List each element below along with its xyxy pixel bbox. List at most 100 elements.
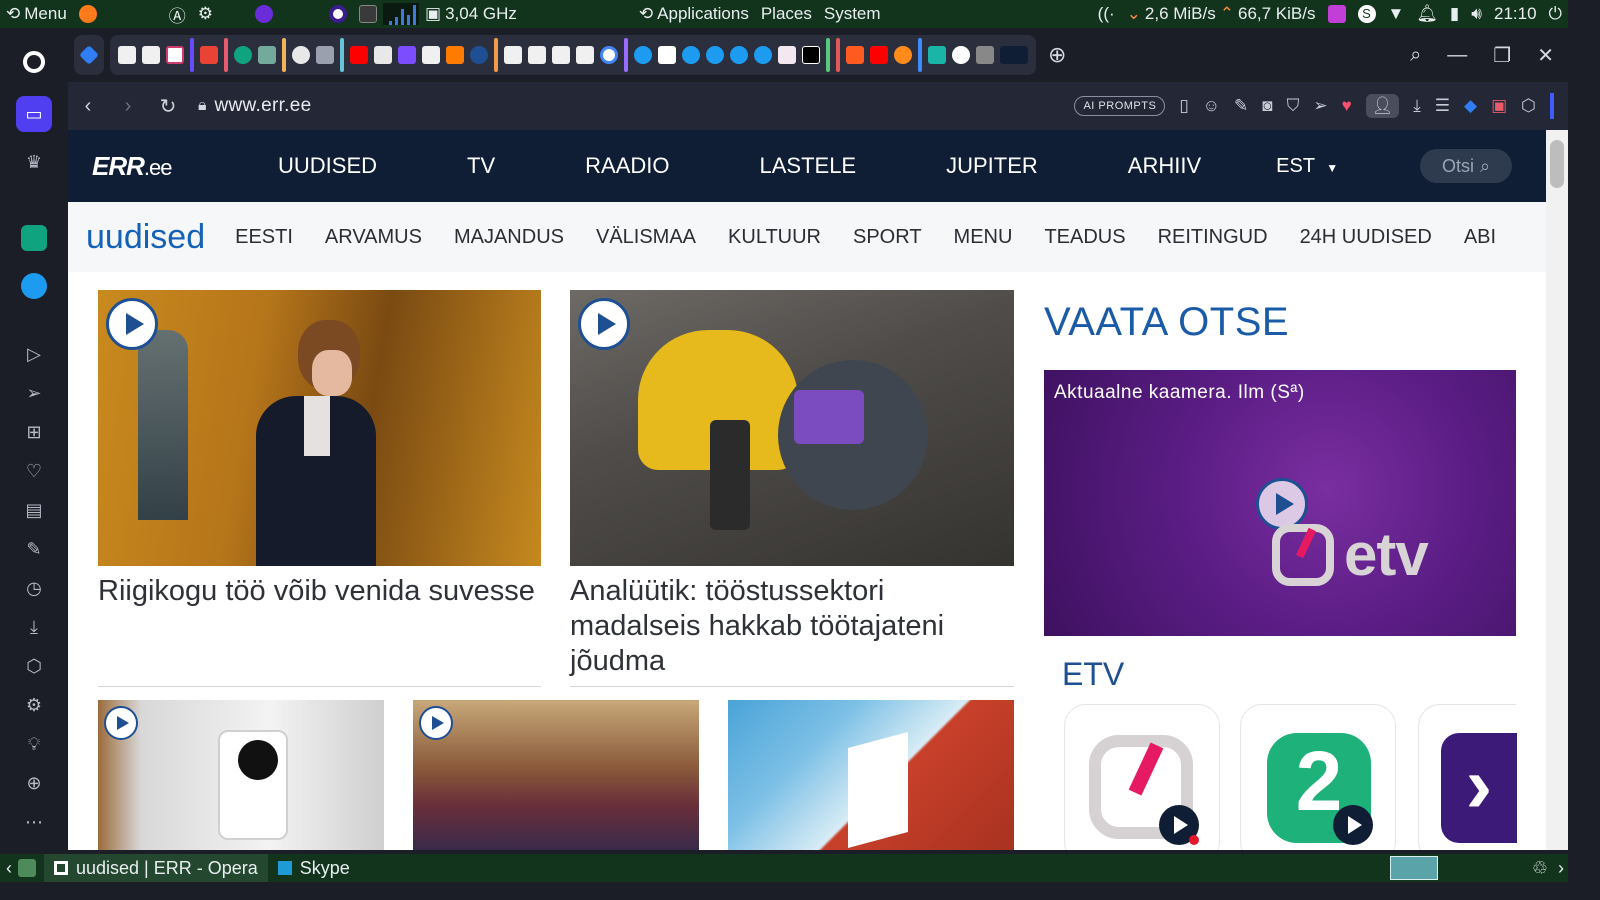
right-arrow-icon[interactable]: › — [1558, 858, 1564, 879]
video-play-icon[interactable] — [106, 298, 158, 350]
channel-play-icon[interactable] — [1333, 805, 1373, 845]
story-thumbnail[interactable] — [728, 700, 1014, 850]
bookmarks-button[interactable]: ♡ — [16, 453, 52, 489]
scrollbar-thumb[interactable] — [1550, 140, 1564, 188]
tab-icon-diamond[interactable] — [79, 45, 99, 65]
tab-search-icon[interactable]: ⌕ — [1410, 44, 1421, 67]
reader-mode-icon[interactable]: ▯ — [1179, 96, 1188, 116]
tab-icon-doc[interactable] — [528, 46, 546, 64]
notifications-indicator[interactable]: 🔔︎ — [1410, 4, 1444, 24]
nav-raadio[interactable]: RAADIO — [540, 153, 714, 179]
profile-icon[interactable]: 👤︎ — [1365, 94, 1400, 118]
clock[interactable]: 21:10 — [1488, 4, 1543, 24]
taskbar-item-opera[interactable]: uudised | ERR - Opera — [44, 854, 268, 882]
skype-indicator[interactable]: S — [1352, 5, 1382, 23]
story-thumbnail[interactable] — [98, 700, 384, 850]
pin-edit-icon[interactable]: ✎ — [1234, 96, 1248, 116]
tab-icon-gmail[interactable] — [200, 46, 218, 64]
nav-tv[interactable]: TV — [422, 153, 540, 179]
menu-button[interactable]: ⟲ Menu — [0, 4, 73, 24]
download-icon[interactable]: ⤓ — [1413, 96, 1421, 116]
subnav-24h-uudised[interactable]: 24H UUDISED — [1284, 226, 1448, 249]
tab-icon-youtube[interactable] — [870, 46, 888, 64]
subnav-kultuur[interactable]: KULTUUR — [712, 226, 837, 249]
minimize-icon[interactable]: — — [1447, 44, 1467, 67]
app-launcher-purple[interactable] — [249, 5, 279, 23]
tab-icon-slides[interactable] — [446, 46, 464, 64]
settings-button[interactable]: ⚙ — [16, 687, 52, 723]
wifi-indicator[interactable]: ((· — [1092, 4, 1121, 24]
firefox-launcher[interactable] — [73, 5, 103, 23]
reader-button[interactable]: ▤ — [16, 492, 52, 528]
pinboard-button[interactable]: ✎ — [16, 531, 52, 567]
tab-icon-chatgpt[interactable] — [258, 46, 276, 64]
nav-jupiter[interactable]: JUPITER — [901, 153, 1083, 179]
tab-icon-infinity[interactable] — [398, 46, 416, 64]
tab-icon-museum[interactable] — [374, 46, 392, 64]
extension-badge-icon[interactable]: ▣ — [1491, 96, 1507, 116]
tab-icon-elisa[interactable] — [976, 46, 994, 64]
system-menu[interactable]: System — [818, 4, 887, 24]
err-logo[interactable]: ERR.ee — [92, 151, 232, 182]
send-icon[interactable]: ➢ — [1313, 96, 1327, 116]
back-button[interactable]: ‹ — [68, 95, 108, 118]
trash-icon[interactable]: ♲ — [1532, 858, 1548, 879]
crown-button[interactable]: ♛ — [16, 144, 52, 180]
vpn-diamond-icon[interactable]: ◆ — [1464, 96, 1477, 116]
tab-icon-circle[interactable] — [894, 46, 912, 64]
tab-icon-globe[interactable] — [292, 46, 310, 64]
twitter-button[interactable] — [16, 268, 52, 304]
page-scrollbar[interactable] — [1546, 130, 1568, 850]
tab-icon-doc[interactable] — [504, 46, 522, 64]
subnav-abi[interactable]: ABI — [1448, 226, 1512, 249]
opera-launcher[interactable] — [323, 5, 353, 23]
video-play-icon[interactable] — [578, 298, 630, 350]
tab-icon-doc[interactable] — [142, 46, 160, 64]
more-button[interactable]: ⋯ — [16, 804, 52, 840]
player-button[interactable]: ▷ — [16, 336, 52, 372]
story-headline[interactable]: Riigikogu töö võib venida suvesse — [98, 574, 541, 609]
extensions-button[interactable]: ⬡ — [16, 648, 52, 684]
reload-button[interactable]: ↻ — [148, 94, 188, 119]
story-thumbnail[interactable] — [413, 700, 699, 850]
tab-icon-twitter[interactable] — [706, 46, 724, 64]
nav-arhiiv[interactable]: ARHIIV — [1083, 153, 1246, 179]
taskbar-item-skype[interactable]: Skype — [268, 854, 360, 882]
show-desktop-icon[interactable] — [18, 859, 36, 877]
audio-visualizer-indicator[interactable] — [1322, 5, 1352, 23]
subnav-valismaa[interactable]: VÄLISMAA — [580, 226, 712, 249]
camera-icon[interactable]: ◙ — [1262, 96, 1272, 116]
speed-dial-button[interactable]: ⊞ — [16, 414, 52, 450]
section-title[interactable]: uudised — [86, 218, 205, 257]
ai-prompts-button[interactable]: AI PROMPTS — [1074, 96, 1166, 116]
story-headline[interactable]: Analüütik: tööstussektori madalseis hakk… — [570, 574, 1014, 679]
chatgpt-button[interactable] — [16, 220, 52, 256]
subnav-sport[interactable]: SPORT — [837, 226, 938, 249]
channel-card-etv2[interactable]: 2 — [1240, 704, 1396, 850]
tab-icon-google[interactable] — [600, 46, 618, 64]
new-tab-icon[interactable]: ⊕ — [1048, 42, 1066, 68]
subnav-majandus[interactable]: MAJANDUS — [438, 226, 580, 249]
tab-icon-doc[interactable] — [422, 46, 440, 64]
history-button[interactable]: ◷ — [16, 570, 52, 606]
video-play-icon[interactable] — [419, 706, 453, 740]
subnav-reitingud[interactable]: REITINGUD — [1142, 226, 1284, 249]
subnav-arvamus[interactable]: ARVAMUS — [309, 226, 438, 249]
settings-launcher[interactable]: ⚙ — [192, 4, 219, 24]
network-indicator[interactable]: ▼ — [1382, 4, 1411, 24]
story-image[interactable] — [570, 290, 1014, 566]
battery-indicator[interactable]: ▮ — [1444, 4, 1465, 24]
story-image[interactable] — [98, 290, 541, 566]
story-card[interactable]: Analüütik: tööstussektori madalseis hakk… — [570, 290, 1014, 679]
nav-lastele[interactable]: LASTELE — [715, 153, 902, 179]
terminal-launcher[interactable] — [353, 5, 383, 23]
power-button[interactable]: ⏻ — [1543, 4, 1568, 24]
tab-icon-j[interactable] — [952, 46, 970, 64]
tab-icon-grammarly[interactable] — [234, 46, 252, 64]
tab-icon-doc[interactable] — [576, 46, 594, 64]
channel-card-etv[interactable] — [1064, 704, 1220, 850]
tips-button[interactable]: 💡︎ — [16, 726, 52, 762]
add-sidebar-button[interactable]: ⊕ — [16, 765, 52, 801]
emoji-icon[interactable]: ☺ — [1203, 96, 1220, 116]
video-play-icon[interactable] — [104, 706, 138, 740]
